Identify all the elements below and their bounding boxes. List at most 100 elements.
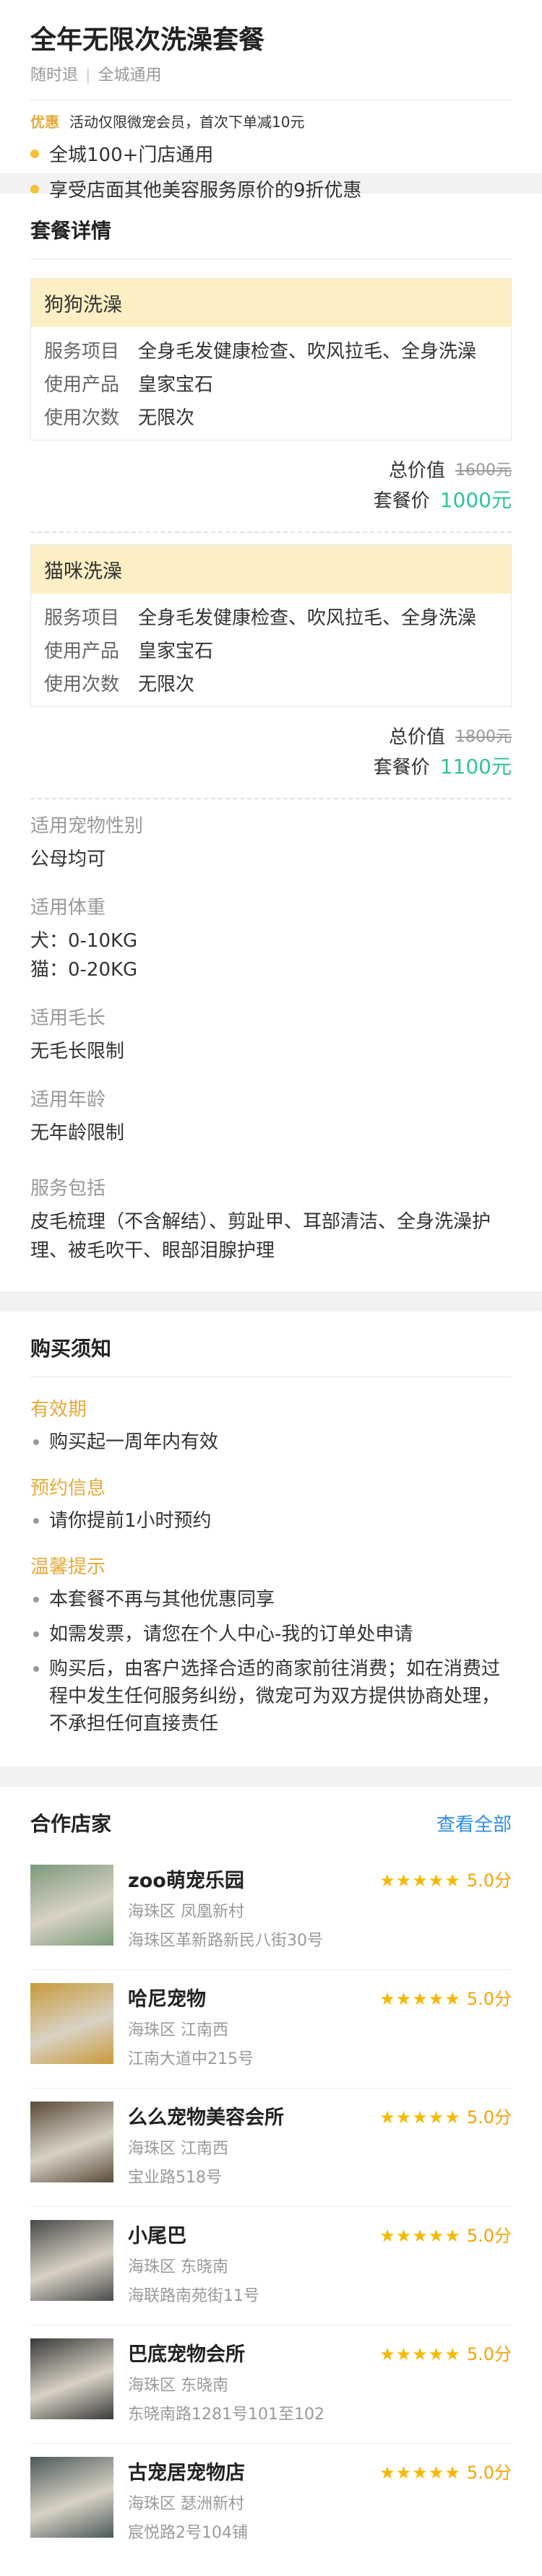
package-row: 服务项目 全身毛发健康检查、吹风拉毛、全身洗澡 bbox=[44, 599, 498, 633]
store-item[interactable]: 哈尼宠物 ★★★★★ 5.0分 海珠区 江南西 江南大道中215号 bbox=[30, 1970, 512, 2089]
store-item[interactable]: 巴底宠物会所 ★★★★★ 5.0分 海珠区 东晓南 东晓南路1281号101至102 bbox=[30, 2325, 512, 2444]
price-label: 套餐价 bbox=[373, 756, 430, 779]
section-gap bbox=[0, 1766, 542, 1787]
stores-header: 合作店家 查看全部 bbox=[30, 1787, 512, 1852]
bullet-dot-icon bbox=[33, 1439, 39, 1445]
bullet-dot-icon bbox=[30, 149, 39, 158]
row-value: 皇家宝石 bbox=[138, 373, 214, 396]
package-row: 使用次数 无限次 bbox=[44, 666, 498, 699]
store-area: 海珠区 凤凰新村 bbox=[128, 1903, 244, 1921]
benefit-text: 享受店面其他美容服务原价的9折优惠 bbox=[49, 180, 362, 201]
benefit-text: 全城100+门店通用 bbox=[49, 144, 214, 166]
store-info: 巴底宠物会所 ★★★★★ 5.0分 海珠区 东晓南 东晓南路1281号101至102 bbox=[128, 2338, 512, 2424]
store-info: 哈尼宠物 ★★★★★ 5.0分 海珠区 江南西 江南大道中215号 bbox=[128, 1983, 512, 2069]
price-value: 1000元 bbox=[439, 488, 512, 512]
notice-heading: 有效期 bbox=[30, 1399, 87, 1421]
store-name: 哈尼宠物 bbox=[128, 1988, 206, 2011]
row-value: 全身毛发健康检查、吹风拉毛、全身洗澡 bbox=[138, 607, 477, 629]
package-row: 使用产品 皇家宝石 bbox=[44, 633, 498, 666]
attr-key: 适用宠物性别 bbox=[30, 815, 144, 837]
dashed-divider bbox=[30, 798, 512, 799]
attr-key: 适用年龄 bbox=[30, 1089, 106, 1111]
attr-value: 公母均可 bbox=[30, 849, 106, 870]
attr-key: 适用毛长 bbox=[30, 1007, 106, 1029]
store-photo bbox=[30, 2102, 113, 2182]
notice-heading: 温馨提示 bbox=[30, 1556, 106, 1578]
bullet-dot-icon bbox=[30, 184, 39, 194]
store-address: 宝业路518号 bbox=[128, 2169, 222, 2187]
bullet-dot-icon bbox=[33, 1518, 39, 1524]
attr-value: 犬：0-10KG bbox=[30, 930, 138, 952]
price-block: 总价值 1800元 套餐价 1100元 bbox=[30, 720, 512, 781]
rating-stars-icon: ★★★★★ bbox=[379, 2226, 461, 2246]
promo-line: 优惠 活动仅限微宠会员，首次下单减10元 bbox=[30, 110, 512, 131]
row-key: 使用产品 bbox=[44, 640, 120, 662]
row-value: 无限次 bbox=[138, 673, 195, 695]
store-item[interactable]: 么么宠物美容会所 ★★★★★ 5.0分 海珠区 江南西 宝业路518号 bbox=[30, 2089, 512, 2207]
notice-text: 本套餐不再与其他优惠同享 bbox=[49, 1589, 275, 1610]
notice-item: 购买后，由客户选择合适的商家前往消费；如在消费过程中发生任何服务纠纷，微宠可为双… bbox=[30, 1655, 512, 1738]
details-title: 套餐详情 bbox=[30, 194, 512, 259]
store-area: 海珠区 瑟洲新村 bbox=[128, 2495, 244, 2513]
price-block: 总价值 1600元 套餐价 1000元 bbox=[30, 454, 512, 514]
price-value: 1100元 bbox=[439, 755, 512, 779]
store-photo bbox=[30, 1865, 113, 1946]
store-name: 小尾巴 bbox=[128, 2225, 186, 2247]
package-cat: 猫咪洗澡 服务项目 全身毛发健康检查、吹风拉毛、全身洗澡 使用产品 皇家宝石 使用次… bbox=[30, 545, 512, 799]
divider: | bbox=[85, 66, 91, 84]
notice-item: 本套餐不再与其他优惠同享 bbox=[30, 1586, 512, 1613]
rating-stars-icon: ★★★★★ bbox=[379, 1989, 461, 2009]
package-dog: 狗狗洗澡 服务项目 全身毛发健康检查、吹风拉毛、全身洗澡 使用产品 皇家宝石 使用次… bbox=[30, 278, 512, 533]
notice-title: 购买须知 bbox=[30, 1311, 512, 1377]
price-label: 套餐价 bbox=[373, 490, 430, 512]
store-address: 海联路南苑街11号 bbox=[128, 2287, 259, 2305]
notice-item: 购买起一周年内有效 bbox=[30, 1428, 512, 1456]
store-item[interactable]: 古宠居宠物店 ★★★★★ 5.0分 海珠区 瑟洲新村 宸悦路2号104铺 bbox=[30, 2444, 512, 2562]
store-score: 5.0分 bbox=[466, 2226, 512, 2246]
store-photo bbox=[30, 2220, 113, 2301]
store-area: 海珠区 江南西 bbox=[128, 2140, 228, 2158]
bullet-dot-icon bbox=[33, 1666, 39, 1672]
package-card: 猫咪洗澡 服务项目 全身毛发健康检查、吹风拉毛、全身洗澡 使用产品 皇家宝石 使用次… bbox=[30, 545, 512, 707]
store-area: 海珠区 江南西 bbox=[128, 2021, 228, 2039]
attr-value: 皮毛梳理（不含解结）、剪趾甲、耳部清洁、全身洗澡护理、被毛吹干、眼部泪腺护理 bbox=[30, 1211, 491, 1262]
notice-item: 请你提前1小时预约 bbox=[30, 1507, 512, 1535]
dashed-divider bbox=[30, 532, 512, 533]
notice-text: 购买起一周年内有效 bbox=[49, 1431, 219, 1453]
rating-stars-icon: ★★★★★ bbox=[379, 2107, 461, 2128]
attr-value: 无毛长限制 bbox=[30, 1041, 125, 1062]
notice-text: 请你提前1小时预约 bbox=[49, 1510, 212, 1532]
benefit-item: 全城100+门店通用 bbox=[30, 140, 512, 167]
attr-value: 猫：0-20KG bbox=[30, 959, 138, 981]
attr-key: 服务包括 bbox=[30, 1178, 106, 1200]
store-name: 巴底宠物会所 bbox=[128, 2343, 245, 2366]
store-list: zoo萌宠乐园 ★★★★★ 5.0分 海珠区 凤凰新村 海珠区革新路新民八街30号哈尼宠… bbox=[30, 1852, 512, 2562]
promo-text: 活动仅限微宠会员，首次下单减10元 bbox=[69, 113, 305, 131]
notice-text: 如需发票，请您在个人中心-我的订单处申请 bbox=[49, 1623, 413, 1645]
package-body: 服务项目 全身毛发健康检查、吹风拉毛、全身洗澡 使用产品 皇家宝石 使用次数 无限次 bbox=[31, 327, 511, 440]
store-item[interactable]: zoo萌宠乐园 ★★★★★ 5.0分 海珠区 凤凰新村 海珠区革新路新民八街30号 bbox=[30, 1852, 512, 1970]
rating-stars-icon: ★★★★★ bbox=[379, 2463, 461, 2483]
stores-section: 合作店家 查看全部 zoo萌宠乐园 ★★★★★ 5.0分 海珠区 凤凰新村 海珠区革新路… bbox=[0, 1787, 542, 2576]
store-info: zoo萌宠乐园 ★★★★★ 5.0分 海珠区 凤凰新村 海珠区革新路新民八街30号 bbox=[128, 1865, 512, 1951]
header-section: 全年无限次洗澡套餐 随时退 | 全城通用 优惠 活动仅限微宠会员，首次下单减10元 … bbox=[0, 0, 542, 201]
store-item[interactable]: 小尾巴 ★★★★★ 5.0分 海珠区 东晓南 海联路南苑街11号 bbox=[30, 2207, 512, 2325]
total-label: 总价值 bbox=[388, 726, 445, 748]
tag-line: 随时退 | 全城通用 bbox=[30, 62, 512, 85]
total-label: 总价值 bbox=[388, 459, 445, 482]
store-name: zoo萌宠乐园 bbox=[128, 1870, 244, 1892]
total-value: 1800元 bbox=[455, 728, 512, 746]
store-info: 古宠居宠物店 ★★★★★ 5.0分 海珠区 瑟洲新村 宸悦路2号104铺 bbox=[128, 2457, 512, 2543]
details-section: 套餐详情 狗狗洗澡 服务项目 全身毛发健康检查、吹风拉毛、全身洗澡 使用产品 皇家宝… bbox=[0, 194, 542, 1291]
promo-tag: 优惠 bbox=[30, 113, 59, 131]
store-score: 5.0分 bbox=[466, 2344, 512, 2364]
row-key: 使用产品 bbox=[44, 373, 120, 396]
row-value: 无限次 bbox=[138, 407, 195, 429]
store-photo bbox=[30, 2457, 113, 2538]
package-name: 猫咪洗澡 bbox=[31, 545, 511, 594]
attribute-list: 适用宠物性别 公母均可 适用体重 犬：0-10KG 猫：0-20KG 适用毛长 … bbox=[30, 811, 512, 1265]
row-key: 使用次数 bbox=[44, 673, 120, 695]
store-info: 小尾巴 ★★★★★ 5.0分 海珠区 东晓南 海联路南苑街11号 bbox=[128, 2220, 512, 2306]
store-area: 海珠区 东晓南 bbox=[128, 2377, 228, 2395]
view-all-link[interactable]: 查看全部 bbox=[436, 1810, 512, 1836]
